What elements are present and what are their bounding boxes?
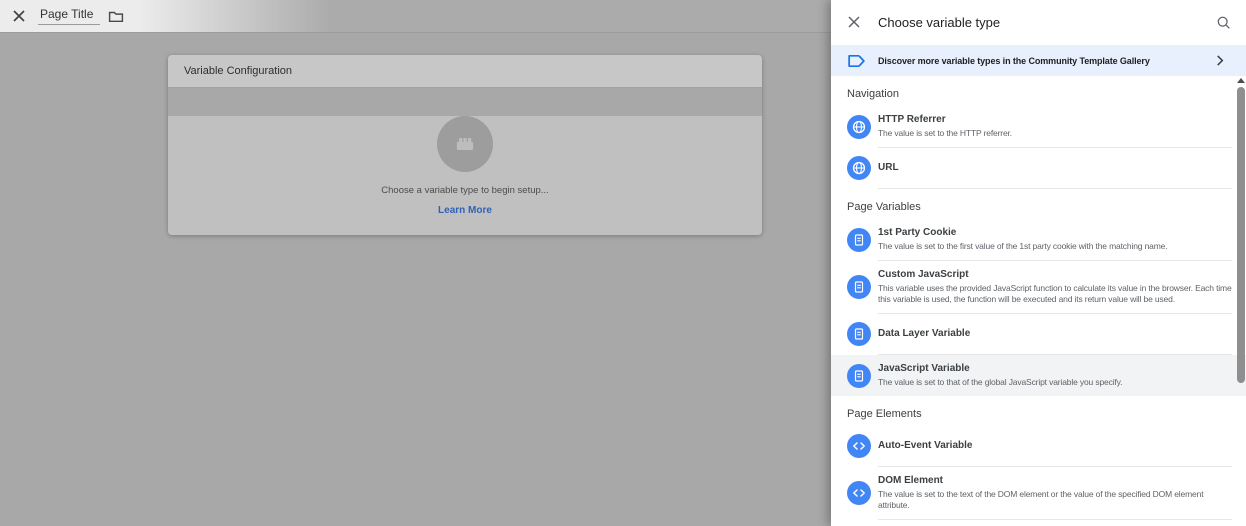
variable-placeholder-icon: [437, 116, 493, 172]
scroll-up-arrow-icon[interactable]: [1237, 78, 1245, 83]
variable-type-item-element-visibility[interactable]: Element Visibility The value is set base…: [831, 520, 1246, 526]
scrollbar[interactable]: [1237, 76, 1245, 526]
variable-type-name: Custom JavaScript: [878, 269, 1236, 281]
card-message: Choose a variable type to begin setup...: [168, 185, 762, 196]
variable-type-item-javascript-variable[interactable]: JavaScript Variable The value is set to …: [831, 355, 1246, 396]
variable-type-item-data-layer-variable[interactable]: Data Layer Variable: [831, 314, 1246, 354]
card-title: Variable Configuration: [168, 55, 762, 88]
variable-type-description: The value is set to the HTTP referrer.: [878, 128, 1012, 139]
community-gallery-banner[interactable]: Discover more variable types in the Comm…: [831, 45, 1246, 76]
close-icon[interactable]: [12, 9, 26, 23]
close-icon[interactable]: [847, 15, 863, 31]
code-icon: [847, 434, 871, 458]
variable-type-item-1st-party-cookie[interactable]: 1st Party Cookie The value is set to the…: [831, 219, 1246, 260]
variable-type-name: DOM Element: [878, 475, 1236, 487]
chevron-right-icon: [1216, 55, 1224, 66]
variable-type-item-http-referrer[interactable]: HTTP Referrer The value is set to the HT…: [831, 106, 1246, 147]
variable-type-description: The value is set to that of the global J…: [878, 377, 1122, 388]
globe-icon: [847, 156, 871, 180]
variable-type-item-custom-javascript[interactable]: Custom JavaScript This variable uses the…: [831, 261, 1246, 313]
variable-type-item-url[interactable]: URL: [831, 148, 1246, 188]
document-icon: [847, 275, 871, 299]
template-gallery-icon: [847, 54, 867, 68]
banner-text: Discover more variable types in the Comm…: [878, 56, 1150, 66]
variable-type-description: The value is set to the first value of t…: [878, 241, 1167, 252]
variable-configuration-card: Variable Configuration Choose a variable…: [168, 55, 762, 235]
section-label-navigation: Navigation: [847, 88, 1230, 101]
folder-icon[interactable]: [108, 10, 124, 23]
section-label-page-elements: Page Elements: [847, 408, 1230, 421]
variable-type-name: Auto-Event Variable: [878, 440, 972, 452]
variable-type-name: HTTP Referrer: [878, 114, 1012, 126]
choose-variable-type-panel: Choose variable type Discover more varia…: [831, 0, 1246, 526]
learn-more-link[interactable]: Learn More: [438, 205, 492, 216]
section-label-page-variables: Page Variables: [847, 201, 1230, 214]
panel-title: Choose variable type: [878, 15, 1000, 30]
variable-type-name: JavaScript Variable: [878, 363, 1122, 375]
divider: [878, 188, 1232, 189]
variable-type-name: 1st Party Cookie: [878, 227, 1167, 239]
globe-icon: [847, 115, 871, 139]
code-icon: [847, 481, 871, 505]
variable-type-name: URL: [878, 162, 899, 174]
variable-type-item-dom-element[interactable]: DOM Element The value is set to the text…: [831, 467, 1246, 519]
page-title-field[interactable]: Page Title: [38, 7, 100, 25]
search-icon[interactable]: [1216, 15, 1232, 31]
document-icon: [847, 322, 871, 346]
document-icon: [847, 364, 871, 388]
panel-header: Choose variable type: [831, 0, 1246, 45]
variable-type-description: This variable uses the provided JavaScri…: [878, 283, 1236, 305]
variable-type-name: Data Layer Variable: [878, 328, 970, 340]
document-icon: [847, 228, 871, 252]
variable-type-description: The value is set to the text of the DOM …: [878, 489, 1236, 511]
variable-type-item-auto-event-variable[interactable]: Auto-Event Variable: [831, 426, 1246, 466]
card-body: Choose a variable type to begin setup...…: [168, 116, 762, 235]
variable-type-list: Navigation HTTP Referrer The value is se…: [831, 76, 1246, 526]
scrollbar-thumb[interactable]: [1237, 87, 1245, 383]
